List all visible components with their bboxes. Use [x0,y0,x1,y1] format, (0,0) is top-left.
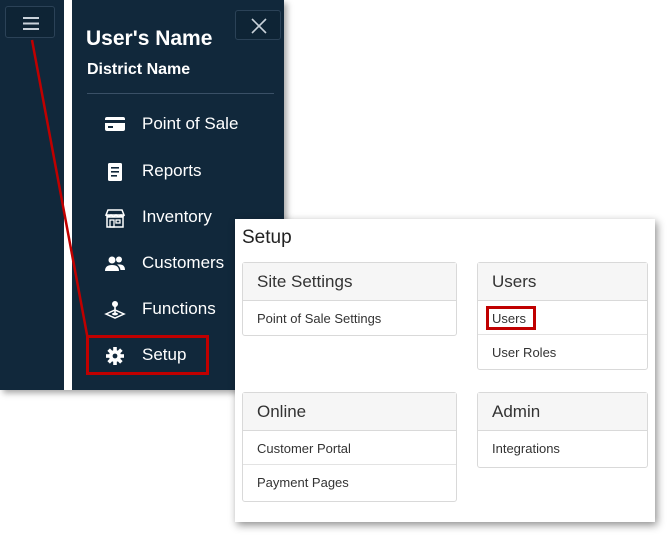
close-button[interactable] [235,10,281,40]
menu-item-label: Inventory [142,207,212,226]
card-title: Admin [478,393,647,431]
menu-item-point-of-sale[interactable]: Point of Sale [90,107,270,141]
hamburger-icon [23,17,39,30]
card-users: Users Users User Roles [477,262,648,370]
card-site-settings: Site Settings Point of Sale Settings [242,262,457,336]
people-icon [104,254,126,274]
link-point-of-sale-settings[interactable]: Point of Sale Settings [243,301,456,335]
menu-item-label: Point of Sale [142,114,239,133]
link-integrations[interactable]: Integrations [478,431,647,465]
nav-rail [0,0,64,390]
store-icon [104,208,126,228]
card-title: Online [243,393,456,431]
rail-divider [64,0,72,390]
nav-divider [87,93,274,94]
card-title: Users [478,263,647,301]
document-icon [104,162,126,182]
link-customer-portal[interactable]: Customer Portal [243,431,456,465]
users-highlight-box [486,306,536,330]
credit-card-icon [104,115,126,135]
card-online: Online Customer Portal Payment Pages [242,392,457,502]
link-payment-pages[interactable]: Payment Pages [243,465,456,499]
link-user-roles[interactable]: User Roles [478,335,647,369]
menu-item-label: Functions [142,299,216,318]
card-title: Site Settings [243,263,456,301]
setup-highlight-box [86,335,209,375]
menu-item-label: Customers [142,253,225,272]
joystick-icon [104,300,126,320]
close-icon [251,18,267,34]
user-name: User's Name [86,27,213,50]
card-admin: Admin Integrations [477,392,648,468]
menu-item-label: Reports [142,161,202,180]
district-name: District Name [87,61,191,78]
hamburger-button[interactable] [5,6,55,38]
setup-panel: Setup Site Settings Point of Sale Settin… [235,219,655,522]
page-title: Setup [242,227,292,248]
menu-item-reports[interactable]: Reports [90,154,270,188]
link-users[interactable]: Users [478,301,647,335]
